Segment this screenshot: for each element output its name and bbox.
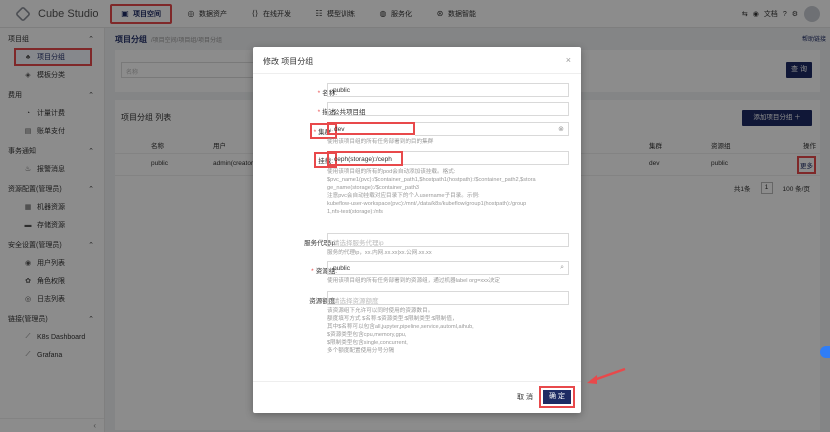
cluster-select[interactable]: dev [327,122,415,135]
floating-assistant-icon[interactable] [820,346,830,358]
modal-title: 修改 项目分组 [263,57,314,66]
help-line: kubeflow-user-workspace(pvc):/mnt/,/data… [327,201,527,207]
clear-icon[interactable]: ⊗ [558,125,564,133]
help-line: $资源类型包含cpu,memory,gpu, [327,332,407,338]
ok-button[interactable]: 确 定 [543,390,571,404]
proxy-ip-input[interactable]: 请选择服务代理ip [327,233,569,247]
cluster-select-rest[interactable]: ⊗ [415,122,569,136]
cluster-value: dev [334,126,345,133]
modal-footer-divider [253,381,581,382]
close-icon[interactable]: × [566,55,571,65]
quota-input[interactable]: 请选择资源额度 [327,291,569,305]
resource-value: public [333,265,350,272]
help-line: 该资源组下允许可以同时使用的资源数目。 [327,308,434,314]
ok-button-highlight: 确 定 [539,386,575,408]
search-icon: ⌕ [560,264,564,271]
help-line: 注意pvc会自动挂载对应目录下的个人username子目录。示例: [327,193,480,199]
edit-project-group-modal: 修改 项目分组 × * 名称: public * 描述: 公共项目组 * 集群: de… [253,47,581,413]
help-line: 其中$名称可以包含all,jupyter,pipeline,service,au… [327,324,474,330]
resource-group-select[interactable]: public ⌕ [327,261,569,275]
help-line: 1,nfs-test(storage):/nfs [327,209,383,215]
help-line: $限制类型包含single,concurrent, [327,340,408,346]
help-line: ge_name(storage):/$container_path3 [327,185,420,191]
annotation-arrow-icon [587,367,626,384]
mount-help: 使用该项目组的所有的pod会自动添加该挂载。格式: $pvc_name1(pvc… [327,168,572,216]
help-line: 额度填写方式 $名称:$资源类型:$限制类型:$限制值， [327,316,458,322]
cancel-button[interactable]: 取 消 [517,392,533,402]
name-input[interactable]: public [327,83,569,97]
description-input[interactable]: 公共项目组 [327,102,569,116]
help-line: $pvc_name1(pvc):/$container_path1,$hostp… [327,177,536,183]
cluster-help: 使用该项目组的所有任务部署到的目的集群 [327,139,434,145]
help-line: 多个额度配置使用分号分隔 [327,348,395,354]
mount-input-rest[interactable] [403,151,569,165]
quota-help: 该资源组下允许可以同时使用的资源数目。 额度填写方式 $名称:$资源类型:$限制… [327,307,572,355]
modal-divider [253,73,581,74]
help-line: 使用该项目组的所有的pod会自动添加该挂载。格式: [327,169,456,175]
proxy-ip-help: 服务的代理ip，xx.内网.xx.xx|xx.公网.xx.xx [327,250,432,256]
resource-group-help: 使用该项目组的所有任务部署到的资源组，通过机器label org=xxx决定 [327,278,500,284]
mount-input[interactable]: ceph(storage):/ceph [327,151,403,166]
